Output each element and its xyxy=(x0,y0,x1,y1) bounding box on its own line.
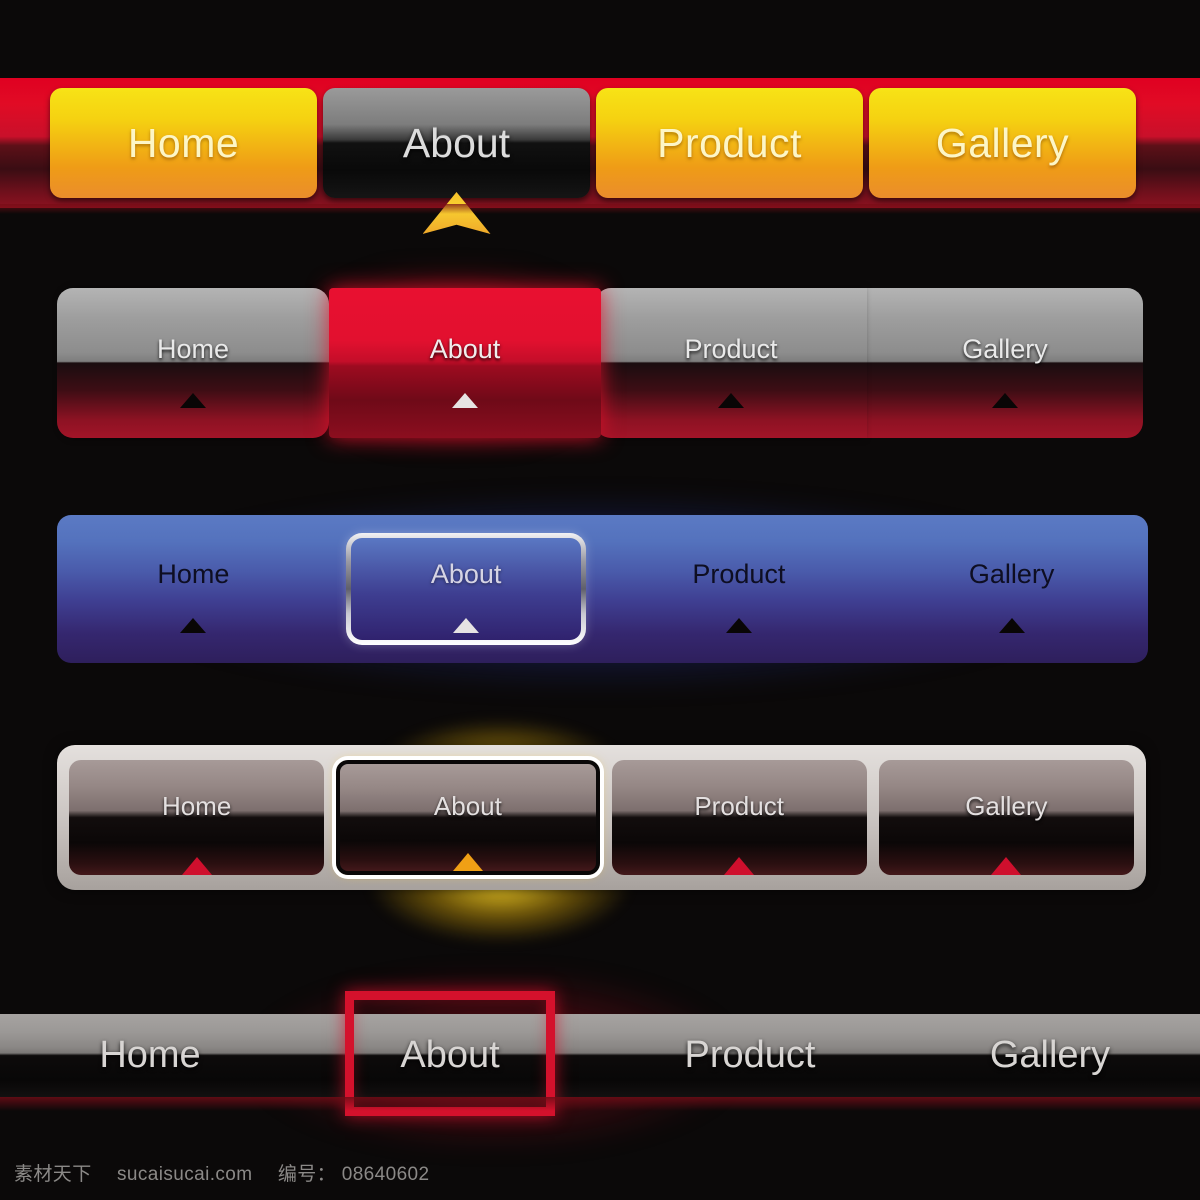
up-triangle-icon xyxy=(718,393,744,408)
nav-item-label: Product xyxy=(657,119,802,166)
nav-item-label: Home xyxy=(161,791,232,821)
nav-item-home-bar5[interactable]: Home xyxy=(0,1034,300,1077)
nav-item-label: Home xyxy=(99,1034,201,1076)
nav-item-label: Gallery xyxy=(935,119,1070,166)
nav-item-product-bar3[interactable]: Product xyxy=(603,515,876,663)
nav-item-home-bar3[interactable]: Home xyxy=(57,515,330,663)
nav-item-about-bar3[interactable]: About xyxy=(330,515,603,663)
nav-item-label: Home xyxy=(156,334,230,364)
nav-item-label: About xyxy=(429,334,501,364)
nav-item-label: Product xyxy=(694,791,784,821)
nav-item-label: Gallery xyxy=(989,1034,1111,1076)
up-triangle-icon xyxy=(992,393,1018,408)
up-triangle-icon xyxy=(991,857,1022,875)
nav-bar-silver-wrapper: Home About Product Gallery xyxy=(0,720,1200,942)
watermark-site: sucaisucai.com xyxy=(116,1164,253,1185)
watermark: 素材天下 sucaisucai.com 编号： 08640602 xyxy=(14,1159,429,1186)
up-triangle-icon xyxy=(452,853,483,871)
nav-item-label: Home xyxy=(127,119,240,166)
nav-item-label: Product xyxy=(684,334,778,364)
nav-item-about-bar5[interactable]: About xyxy=(300,991,600,1116)
nav-item-product-bar2[interactable]: Product xyxy=(595,288,867,438)
nav-item-product-bar5[interactable]: Product xyxy=(600,1034,900,1077)
nav-item-label: Home xyxy=(157,559,230,589)
nav-bar-silver: Home About Product Gallery xyxy=(57,745,1146,890)
nav-item-label: Gallery xyxy=(968,559,1055,589)
up-triangle-icon xyxy=(453,618,480,633)
nav-item-product-bar1[interactable]: Product xyxy=(596,88,863,198)
nav-item-about-bar2[interactable]: About xyxy=(329,288,601,438)
nav-item-gallery-bar4[interactable]: Gallery xyxy=(878,760,1134,875)
watermark-brand: 素材天下 xyxy=(14,1164,92,1185)
nav-bar-blue: Home About Product Gallery xyxy=(57,515,1148,663)
nav-item-label: About xyxy=(433,791,502,821)
up-triangle-icon xyxy=(180,393,206,408)
up-triangle-icon xyxy=(724,857,755,875)
nav-bar-red-gray-wrapper: Home About Product Gallery xyxy=(0,258,1200,468)
navigation-button-set-canvas: Home About Product Gallery Home About Pr… xyxy=(0,0,1200,1200)
watermark-id-value: 08640602 xyxy=(341,1164,430,1185)
nav-item-home-bar1[interactable]: Home xyxy=(50,88,317,198)
nav-bar-flat-gray-wrapper: Home About Product Gallery xyxy=(0,970,1200,1150)
up-triangle-icon xyxy=(181,857,212,875)
nav-item-gallery-bar3[interactable]: Gallery xyxy=(875,515,1148,663)
yellow-glow-bottom xyxy=(370,882,630,942)
nav-item-gallery-bar1[interactable]: Gallery xyxy=(869,88,1136,198)
nav-item-about-bar4[interactable]: About xyxy=(336,760,600,875)
up-triangle-icon xyxy=(725,618,752,633)
nav-item-product-bar4[interactable]: Product xyxy=(611,760,867,875)
nav-item-home-bar4[interactable]: Home xyxy=(69,760,325,875)
up-triangle-icon xyxy=(180,618,207,633)
nav-bar-yellow-red-items: Home About Product Gallery xyxy=(50,88,1136,234)
nav-item-label: Gallery xyxy=(965,791,1048,821)
nav-bar-red-gray: Home About Product Gallery xyxy=(57,288,1148,438)
up-triangle-icon xyxy=(998,618,1025,633)
nav-item-label: About xyxy=(430,559,502,589)
nav-item-gallery-bar5[interactable]: Gallery xyxy=(900,1034,1200,1077)
nav-bar-yellow-red: Home About Product Gallery xyxy=(0,78,1200,234)
nav-item-home-bar2[interactable]: Home xyxy=(57,288,329,438)
nav-item-label: Product xyxy=(684,1034,816,1076)
nav-item-gallery-bar2[interactable]: Gallery xyxy=(867,288,1143,438)
nav-bar-blue-wrapper: Home About Product Gallery xyxy=(0,492,1200,702)
nav-item-label: About xyxy=(402,119,511,166)
nav-bar-flat-gray: Home About Product Gallery xyxy=(0,991,1200,1116)
up-triangle-icon xyxy=(452,393,478,408)
nav-item-label: Product xyxy=(692,559,786,589)
watermark-id-label: 编号： xyxy=(277,1164,337,1185)
nav-item-label: About xyxy=(400,1034,500,1076)
nav-item-about-bar1[interactable]: About xyxy=(323,88,590,234)
nav-item-label: Gallery xyxy=(962,334,1048,364)
